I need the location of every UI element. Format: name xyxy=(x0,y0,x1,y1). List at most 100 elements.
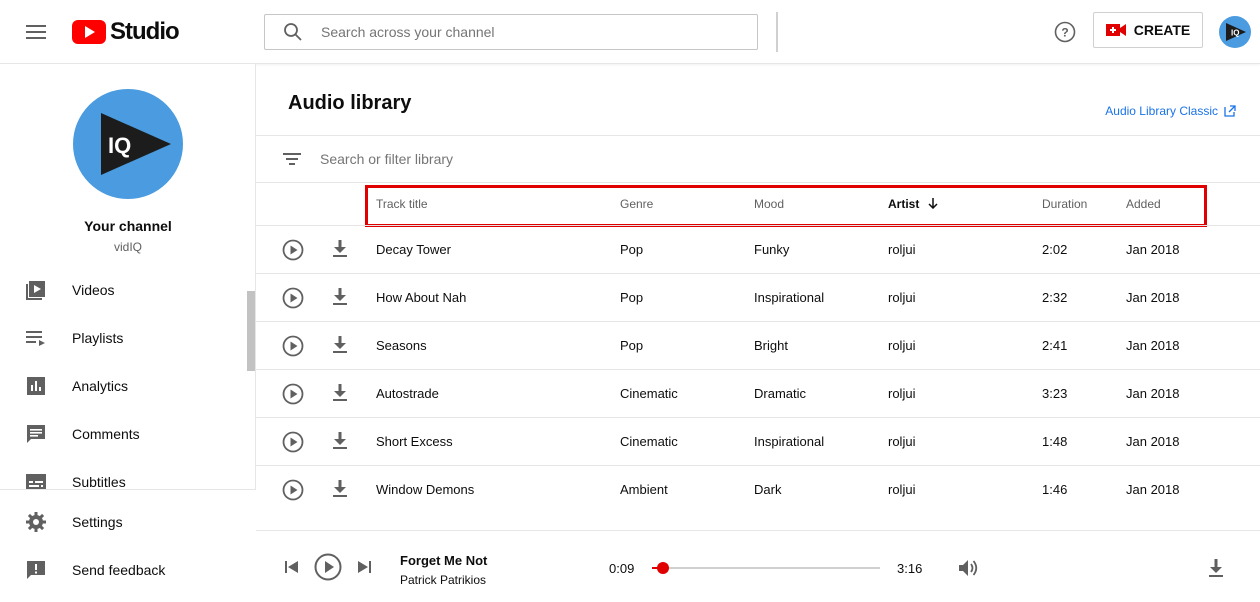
track-mood: Bright xyxy=(754,338,788,353)
svg-text:?: ? xyxy=(1061,26,1068,40)
play-track-icon[interactable] xyxy=(282,239,304,261)
search-input[interactable] xyxy=(321,24,721,40)
sidebar-item-label: Subtitles xyxy=(72,474,126,490)
analytics-icon xyxy=(27,377,45,395)
track-title: Seasons xyxy=(376,338,427,353)
track-mood: Dark xyxy=(754,482,782,497)
download-track-icon[interactable] xyxy=(332,287,348,307)
track-duration: 2:41 xyxy=(1042,338,1068,353)
download-icon[interactable] xyxy=(1207,558,1225,578)
table-row[interactable]: Seasons Pop Bright roljui 2:41 Jan 2018 xyxy=(256,321,1260,369)
column-header-highlight xyxy=(365,185,1207,227)
main-content: Audio library Audio Library Classic Trac… xyxy=(256,64,1260,530)
sidebar-item-settings[interactable]: Settings xyxy=(0,498,247,546)
sidebar-item-label: Comments xyxy=(72,426,140,442)
track-duration: 2:02 xyxy=(1042,242,1068,257)
total-time: 3:16 xyxy=(897,561,923,576)
track-mood: Dramatic xyxy=(754,386,807,401)
sidebar-item-send-feedback[interactable]: Send feedback xyxy=(0,546,247,594)
track-added: Jan 2018 xyxy=(1126,290,1180,305)
filter-icon[interactable] xyxy=(282,149,302,169)
videos-icon xyxy=(26,281,45,300)
table-row[interactable]: How About Nah Pop Inspirational roljui 2:32 J… xyxy=(256,273,1260,321)
track-title: Short Excess xyxy=(376,434,453,449)
sidebar-item-playlists[interactable]: Playlists xyxy=(0,314,247,362)
sidebar: IQ Your channel vidIQ Videos Playlists A… xyxy=(0,64,256,602)
download-track-icon[interactable] xyxy=(332,335,348,355)
track-artist: roljui xyxy=(888,434,916,449)
vidiq-logo-icon: IQ xyxy=(101,113,171,175)
track-genre: Cinematic xyxy=(620,386,678,401)
filter-input[interactable] xyxy=(320,151,920,167)
track-duration: 3:23 xyxy=(1042,386,1068,401)
channel-search[interactable] xyxy=(264,14,758,50)
sidebar-item-label: Analytics xyxy=(72,378,129,394)
volume-icon[interactable] xyxy=(958,558,980,578)
create-label: CREATE xyxy=(1133,22,1191,38)
studio-logo[interactable]: Studio xyxy=(72,18,180,46)
track-added: Jan 2018 xyxy=(1126,242,1180,257)
external-link-icon xyxy=(1224,105,1236,117)
table-row[interactable]: Window Demons Ambient Dark roljui 1:46 Jan 20… xyxy=(256,465,1260,513)
page-title: Audio library xyxy=(288,92,412,114)
create-button[interactable]: CREATE xyxy=(1093,12,1203,48)
audio-player: Forget Me Not Patrick Patrikios 0:09 3:1… xyxy=(256,530,1260,602)
channel-avatar-text: IQ xyxy=(108,133,131,158)
help-icon[interactable]: ? xyxy=(1054,21,1076,43)
table-row[interactable]: Decay Tower Pop Funky roljui 2:02 Jan 2018 xyxy=(256,225,1260,273)
create-video-icon xyxy=(1105,24,1126,36)
sidebar-scrollbar[interactable] xyxy=(247,291,255,371)
top-bar: Studio ? CREATE IQ xyxy=(0,0,1260,64)
download-track-icon[interactable] xyxy=(332,431,348,451)
channel-label[interactable]: Your channel xyxy=(0,218,256,234)
sidebar-item-analytics[interactable]: Analytics xyxy=(0,362,247,410)
hamburger-menu-icon[interactable] xyxy=(24,20,48,44)
play-track-icon[interactable] xyxy=(282,287,304,309)
play-track-icon[interactable] xyxy=(282,335,304,357)
track-genre: Cinematic xyxy=(620,434,678,449)
now-playing-title: Forget Me Not xyxy=(400,553,488,568)
divider xyxy=(776,12,778,52)
track-duration: 2:32 xyxy=(1042,290,1068,305)
track-added: Jan 2018 xyxy=(1126,482,1180,497)
next-track-icon[interactable] xyxy=(356,560,372,574)
track-genre: Pop xyxy=(620,290,644,305)
download-track-icon[interactable] xyxy=(332,239,348,259)
track-artist: roljui xyxy=(888,242,916,257)
track-title: How About Nah xyxy=(376,290,467,305)
playlists-icon xyxy=(26,331,45,346)
track-artist: roljui xyxy=(888,338,916,353)
channel-avatar[interactable]: IQ xyxy=(73,89,183,199)
play-track-icon[interactable] xyxy=(282,383,304,405)
track-added: Jan 2018 xyxy=(1126,386,1180,401)
progress-handle[interactable] xyxy=(657,562,670,574)
track-artist: roljui xyxy=(888,482,916,497)
previous-track-icon[interactable] xyxy=(284,560,300,574)
play-track-icon[interactable] xyxy=(282,479,304,501)
avatar-text: IQ xyxy=(1231,29,1239,38)
table-row[interactable]: Autostrade Cinematic Dramatic roljui 3:23 Jan… xyxy=(256,369,1260,417)
sidebar-item-videos[interactable]: Videos xyxy=(0,266,247,314)
track-title: Decay Tower xyxy=(376,242,451,257)
download-track-icon[interactable] xyxy=(332,383,348,403)
download-track-icon[interactable] xyxy=(332,479,348,499)
current-time: 0:09 xyxy=(609,561,635,576)
play-icon[interactable] xyxy=(314,553,342,581)
track-mood: Inspirational xyxy=(754,434,825,449)
settings-icon xyxy=(26,512,46,532)
sidebar-item-label: Send feedback xyxy=(72,562,166,578)
sidebar-item-label: Settings xyxy=(72,514,123,530)
track-genre: Pop xyxy=(620,338,644,353)
table-row[interactable]: Short Excess Cinematic Inspirational roljui… xyxy=(256,417,1260,465)
progress-bar[interactable] xyxy=(652,562,880,574)
track-genre: Ambient xyxy=(620,482,668,497)
track-duration: 1:46 xyxy=(1042,482,1068,497)
account-avatar[interactable]: IQ xyxy=(1219,16,1251,48)
classic-link-label: Audio Library Classic xyxy=(1105,104,1218,118)
comments-icon xyxy=(27,425,45,443)
sidebar-item-comments[interactable]: Comments xyxy=(0,410,247,458)
vidiq-logo-icon: IQ xyxy=(1226,23,1246,41)
track-artist: roljui xyxy=(888,386,916,401)
audio-library-classic-link[interactable]: Audio Library Classic xyxy=(1105,104,1236,118)
play-track-icon[interactable] xyxy=(282,431,304,453)
